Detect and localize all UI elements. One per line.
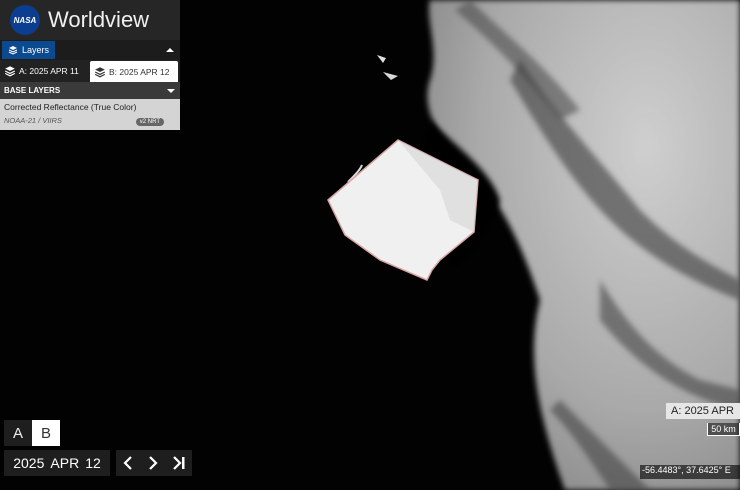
map-date-label: A: 2025 APR <box>666 403 740 419</box>
layers-tabbar: Layers <box>0 40 180 60</box>
app-title: Worldview <box>48 7 150 32</box>
compare-tab-b-label: B: 2025 APR 12 <box>109 66 170 77</box>
layers-icon <box>4 66 16 77</box>
sidebar-panel: NASA Worldview Layers A: 2025 APR 11 B: … <box>0 0 180 130</box>
layer-title: Corrected Reflectance (True Color) <box>4 102 137 112</box>
compare-tab-a[interactable]: A: 2025 APR 11 <box>0 60 88 82</box>
ab-toggle-b[interactable]: B <box>32 420 60 446</box>
date-nav <box>116 450 192 476</box>
nasa-logo[interactable]: NASA <box>10 5 40 35</box>
chevron-down-icon[interactable] <box>166 87 176 95</box>
compare-tab-b[interactable]: B: 2025 APR 12 <box>90 61 178 82</box>
date-month[interactable]: APR <box>50 455 79 471</box>
scale-bar: 50 km <box>707 423 740 436</box>
tab-layers-label: Layers <box>22 45 50 55</box>
layer-item[interactable]: Corrected Reflectance (True Color) NOAA-… <box>0 99 180 130</box>
chevron-right-icon[interactable] <box>146 455 160 471</box>
collapse-icon[interactable] <box>164 45 176 55</box>
compare-tabs: A: 2025 APR 11 B: 2025 APR 12 <box>0 60 180 82</box>
base-layers-title: BASE LAYERS <box>4 86 61 95</box>
app-header: NASA Worldview <box>0 0 180 40</box>
tab-layers[interactable]: Layers <box>2 41 56 59</box>
layers-icon <box>8 46 18 55</box>
ab-toggle-a[interactable]: A <box>4 420 32 446</box>
chevron-left-icon[interactable] <box>121 455 135 471</box>
layer-badge: v2 NRT <box>135 118 164 126</box>
skip-to-latest-icon[interactable] <box>171 455 187 471</box>
base-layers-header[interactable]: BASE LAYERS <box>0 82 180 99</box>
date-selector: 2025 APR 12 <box>4 450 110 476</box>
coordinates-readout: -56.4483°, 37.6425° E <box>640 465 740 479</box>
date-day[interactable]: 12 <box>85 455 101 471</box>
compare-tab-a-label: A: 2025 APR 11 <box>19 66 79 76</box>
date-year[interactable]: 2025 <box>13 455 44 471</box>
layers-icon <box>94 66 106 77</box>
ab-toggle: A B <box>4 420 60 446</box>
